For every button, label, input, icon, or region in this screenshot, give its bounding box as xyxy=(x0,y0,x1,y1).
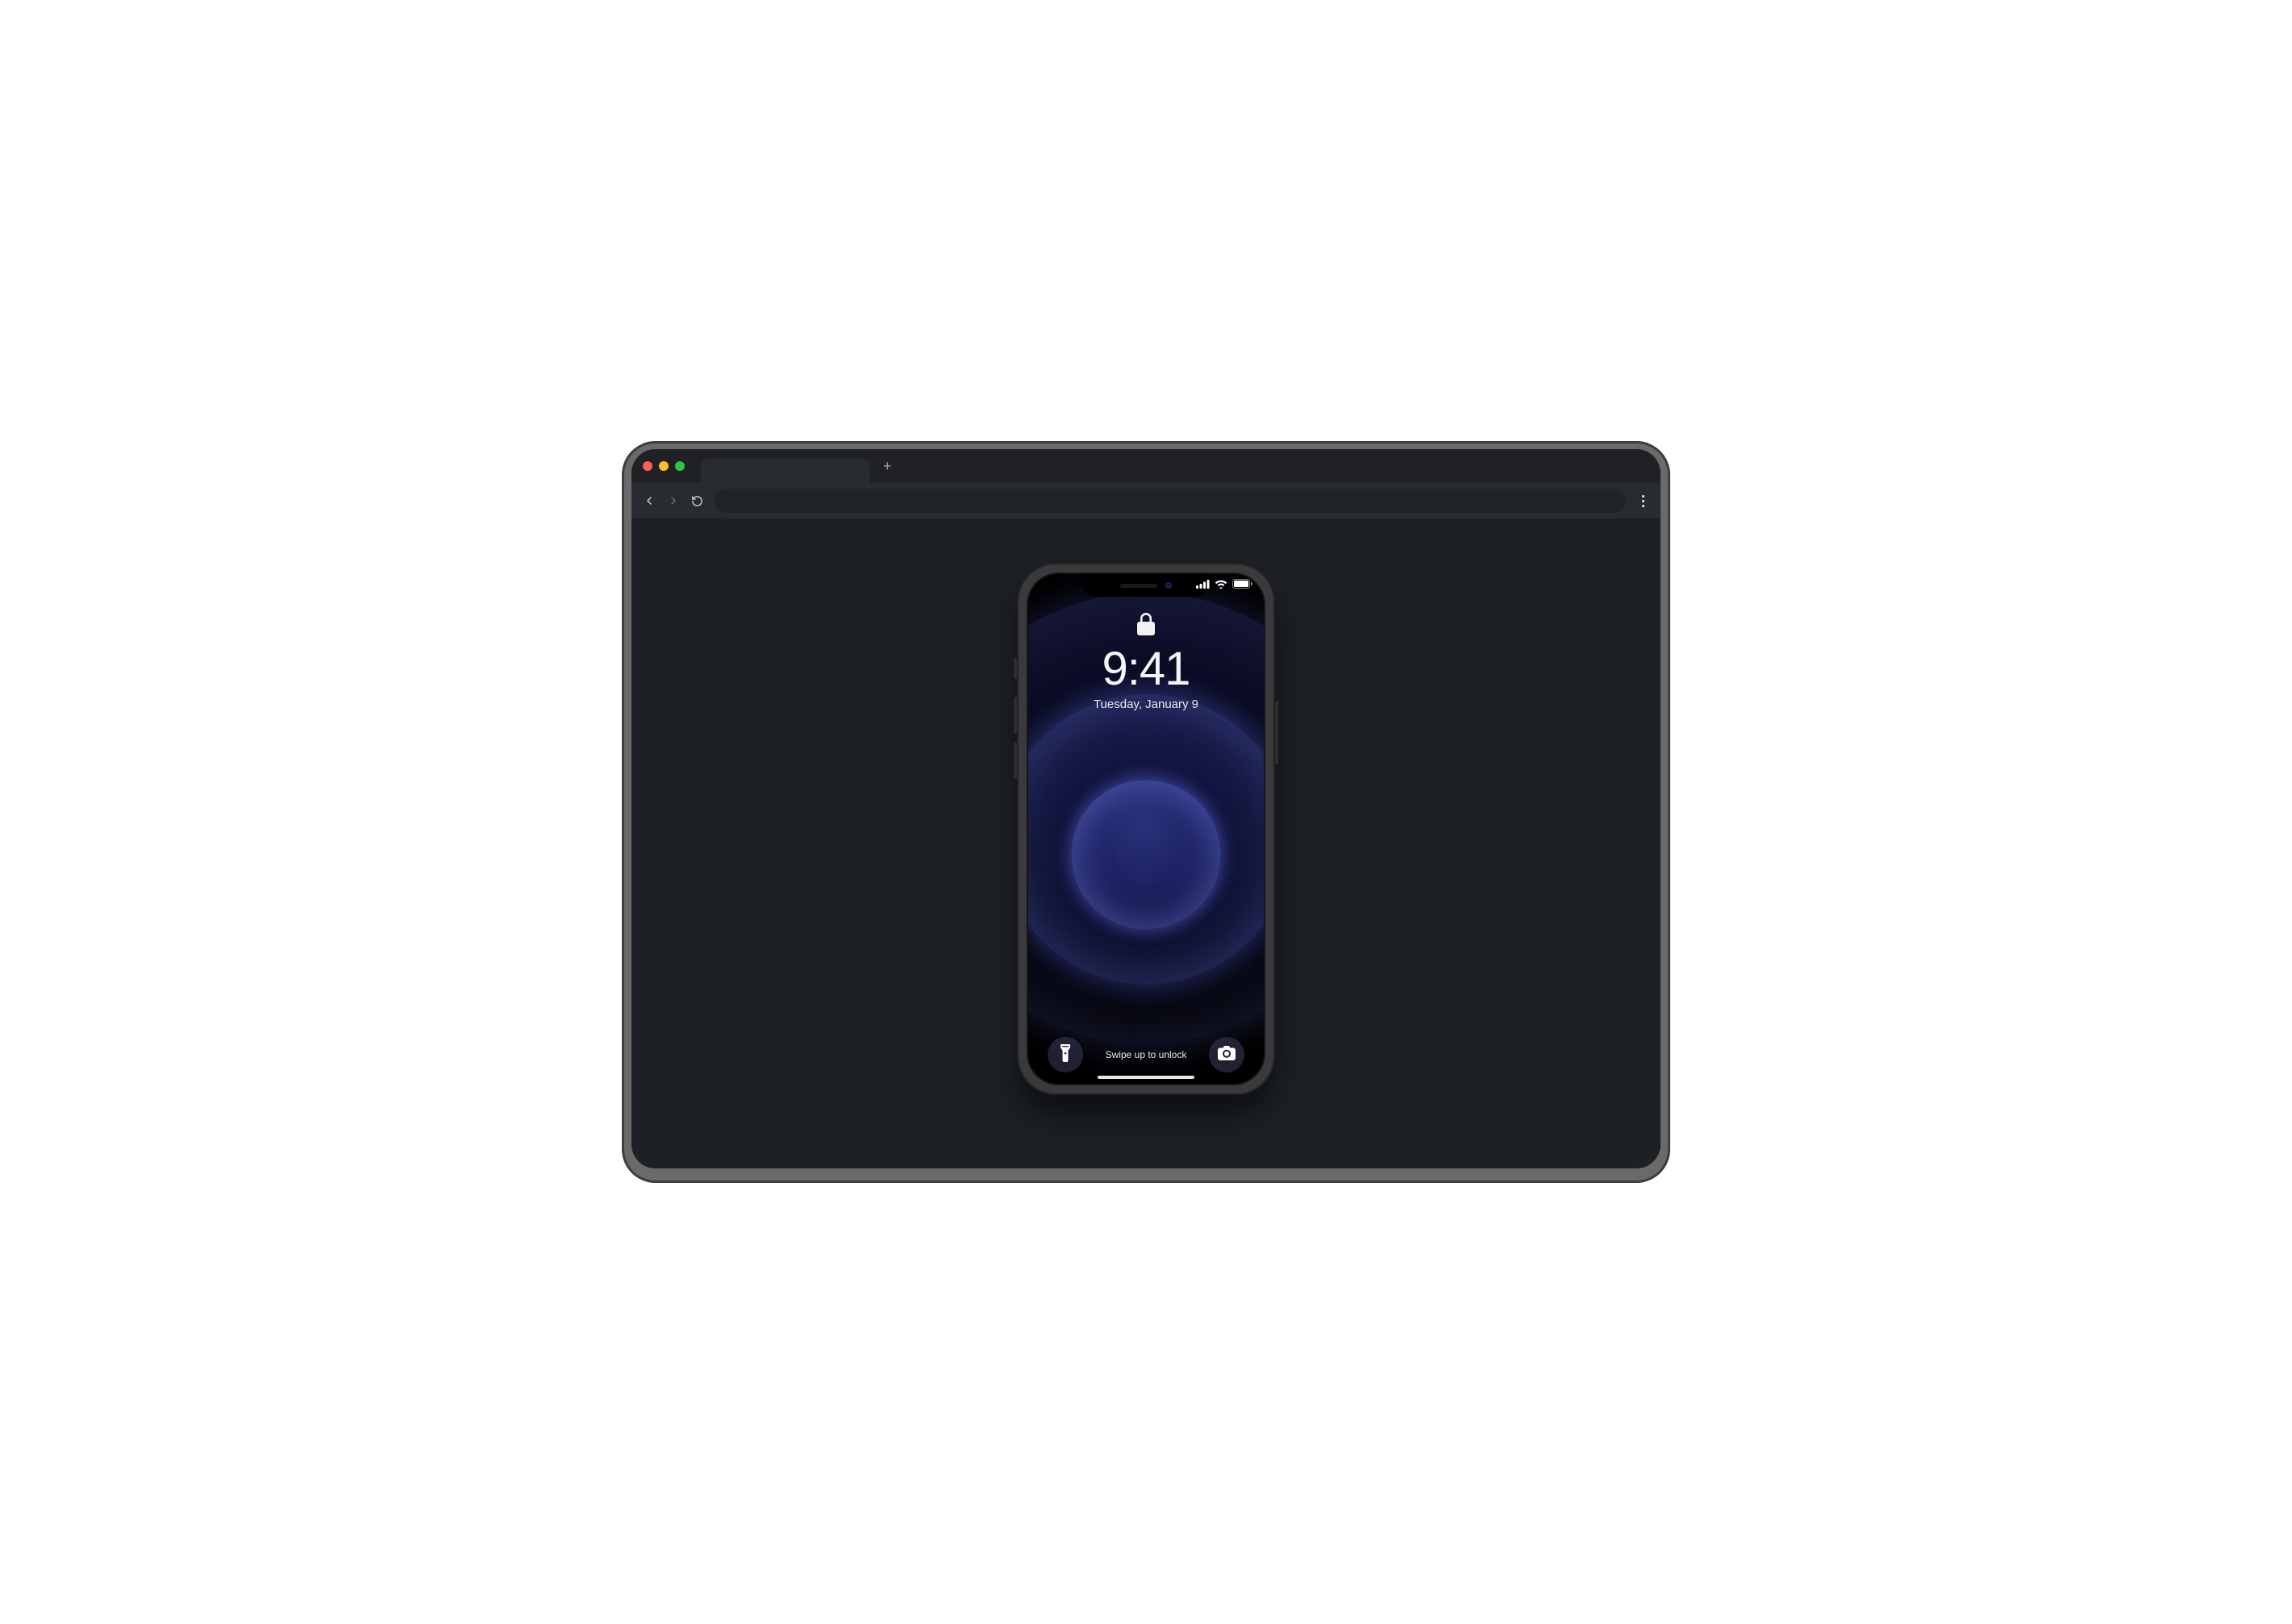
wifi-icon xyxy=(1215,580,1227,589)
browser-tab[interactable] xyxy=(701,459,870,483)
lock-date: Tuesday, January 9 xyxy=(1094,697,1198,711)
reload-button[interactable] xyxy=(691,495,703,507)
back-button[interactable] xyxy=(643,494,656,507)
speaker-grille xyxy=(1120,584,1157,588)
lock-icon xyxy=(1137,613,1155,639)
browser-toolbar xyxy=(631,483,1661,518)
url-bar[interactable] xyxy=(715,489,1626,513)
close-window-button[interactable] xyxy=(643,461,652,471)
browser-menu-button[interactable] xyxy=(1637,490,1649,512)
phone-notch xyxy=(1081,574,1211,597)
phone-volume-up-button xyxy=(1014,697,1017,734)
lock-time: 9:41 xyxy=(1102,646,1190,693)
lock-bottom-row: Swipe up to unlock xyxy=(1028,1037,1264,1072)
new-tab-button[interactable]: + xyxy=(878,458,897,475)
browser-viewport: 9:41 Tuesday, January 9 Swipe up to unlo… xyxy=(631,518,1661,1168)
battery-icon xyxy=(1232,579,1252,589)
phone-mockup: 9:41 Tuesday, January 9 Swipe up to unlo… xyxy=(1017,563,1275,1095)
phone-screen[interactable]: 9:41 Tuesday, January 9 Swipe up to unlo… xyxy=(1027,573,1265,1085)
flashlight-icon xyxy=(1060,1044,1071,1066)
window-traffic-lights xyxy=(643,461,685,471)
lock-screen: 9:41 Tuesday, January 9 xyxy=(1028,574,1264,1084)
status-bar xyxy=(1196,579,1252,589)
laptop-frame: + xyxy=(622,441,1670,1183)
swipe-hint: Swipe up to unlock xyxy=(1083,1049,1209,1060)
fullscreen-window-button[interactable] xyxy=(675,461,685,471)
camera-button[interactable] xyxy=(1209,1037,1244,1072)
front-camera xyxy=(1165,582,1172,589)
browser-tab-strip: + xyxy=(631,449,1661,483)
flashlight-button[interactable] xyxy=(1048,1037,1083,1072)
home-indicator[interactable] xyxy=(1098,1076,1194,1079)
phone-volume-down-button xyxy=(1014,742,1017,779)
minimize-window-button[interactable] xyxy=(659,461,669,471)
cellular-signal-icon xyxy=(1196,580,1210,589)
forward-button[interactable] xyxy=(667,494,680,507)
phone-mute-switch xyxy=(1014,658,1017,679)
laptop-screen: + xyxy=(631,449,1661,1168)
phone-power-button xyxy=(1275,702,1278,764)
camera-icon xyxy=(1218,1046,1236,1064)
